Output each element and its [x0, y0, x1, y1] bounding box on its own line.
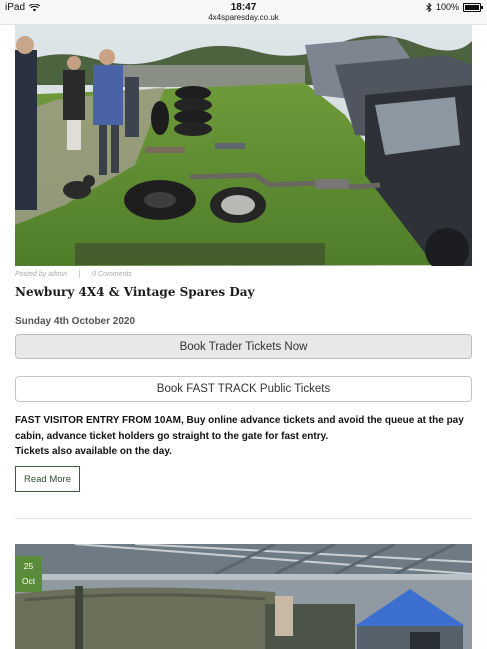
post-comments-count[interactable]: 0 Comments — [92, 271, 132, 278]
meta-divider — [79, 270, 81, 278]
post-title[interactable]: Newbury 4X4 & Vintage Spares Day — [15, 285, 255, 299]
post-author[interactable]: Posted by admin — [15, 271, 67, 278]
status-bar: iPad 18:47 4x4sparesday.co.uk 100% — [0, 0, 487, 25]
post-excerpt: FAST VISITOR ENTRY FROM 10AM, Buy online… — [15, 413, 475, 460]
post-meta: Posted by admin 0 Comments — [15, 270, 132, 278]
indoor-show-photo — [15, 544, 472, 649]
excerpt-paragraph: FAST VISITOR ENTRY FROM 10AM, Buy online… — [15, 415, 464, 442]
status-right: 100% — [426, 2, 483, 12]
read-more-button[interactable]: Read More — [15, 466, 80, 492]
excerpt-paragraph-2: Tickets also available on the day. — [15, 446, 172, 457]
badge-month: Oct — [21, 576, 36, 586]
clock: 18:47 — [230, 2, 257, 13]
bluetooth-icon — [426, 2, 432, 12]
badge-day: 25 — [23, 561, 34, 571]
post-divider — [15, 518, 472, 519]
battery-icon — [463, 2, 483, 12]
next-post-featured-image[interactable] — [15, 544, 472, 649]
spares-market-photo — [15, 25, 472, 266]
book-fast-track-tickets-button[interactable]: Book FAST TRACK Public Tickets — [15, 376, 472, 402]
post-featured-image[interactable] — [15, 25, 472, 266]
battery-percent: 100% — [435, 2, 459, 12]
book-trader-tickets-button[interactable]: Book Trader Tickets Now — [15, 334, 472, 359]
address-bar-url[interactable]: 4x4sparesday.co.uk — [0, 13, 487, 22]
post-date-badge: 25 Oct — [15, 556, 42, 592]
event-date: Sunday 4th October 2020 — [15, 316, 136, 327]
